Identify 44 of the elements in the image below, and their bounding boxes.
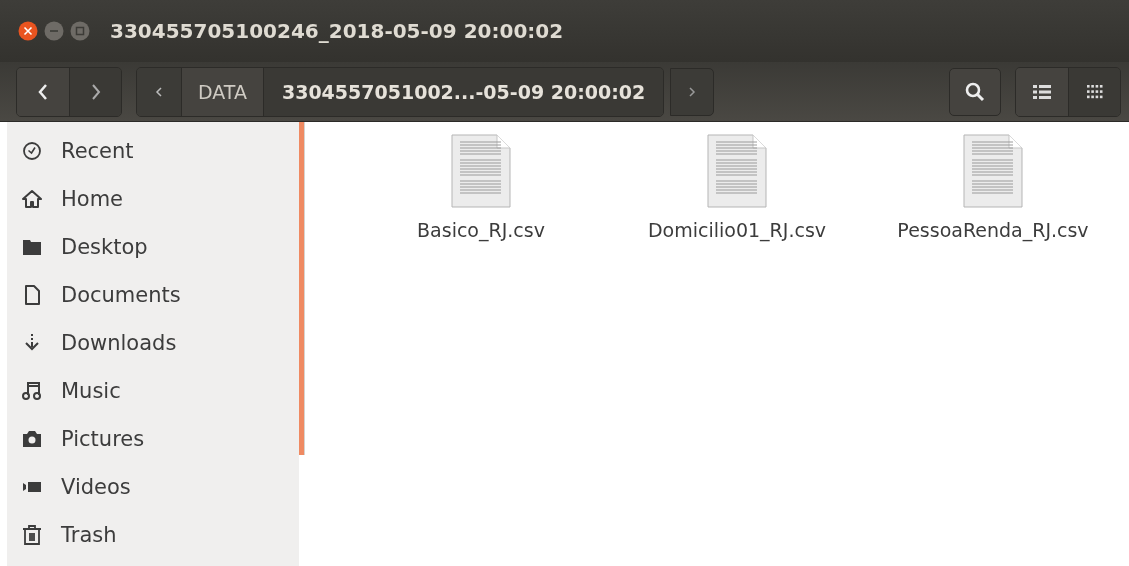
- sidebar-item[interactable]: Downloads: [7, 319, 299, 367]
- file-item[interactable]: Basico_RJ.csv: [366, 134, 596, 244]
- close-button[interactable]: [18, 21, 38, 41]
- list-view-button[interactable]: [1016, 67, 1068, 116]
- music-note-icon: [22, 381, 42, 401]
- document-icon: [22, 285, 42, 305]
- scrollbar[interactable]: [299, 122, 305, 455]
- sidebar-item[interactable]: Music: [7, 367, 299, 415]
- sidebar-item[interactable]: Home: [7, 175, 299, 223]
- file-item[interactable]: PessoaRenda_RJ.csv: [878, 134, 1108, 244]
- clock-icon: [22, 141, 42, 161]
- file-name: Domicilio01_RJ.csv: [646, 218, 828, 244]
- path-scroll-right-button[interactable]: [670, 67, 715, 116]
- forward-button[interactable]: [69, 67, 121, 116]
- sidebar-item[interactable]: Videos: [7, 463, 299, 511]
- sidebar-item[interactable]: Recent: [7, 127, 299, 175]
- download-icon: [22, 333, 42, 353]
- window-title: 330455705100246_2018-05-09 20:00:02: [110, 19, 564, 43]
- list-icon: [1033, 84, 1051, 99]
- folder-icon: [22, 237, 42, 257]
- trash-icon: [22, 525, 42, 545]
- sidebar-item[interactable]: Pictures: [7, 415, 299, 463]
- chevron-left-icon: [155, 85, 163, 98]
- maximize-button[interactable]: [70, 21, 90, 41]
- path-segment[interactable]: DATA: [181, 67, 263, 116]
- house-icon: [22, 189, 42, 209]
- file-name: PessoaRenda_RJ.csv: [896, 218, 1090, 244]
- sidebar-item[interactable]: Desktop: [7, 223, 299, 271]
- path-segment[interactable]: 3304557051002...-05-09 20:00:02: [262, 67, 664, 116]
- chevron-right-icon: [688, 85, 697, 98]
- text-file-icon: [963, 134, 1023, 208]
- text-file-icon: [707, 134, 767, 208]
- grid-icon: [1086, 84, 1103, 99]
- search-button[interactable]: [949, 67, 1001, 116]
- file-name: Basico_RJ.csv: [416, 218, 546, 244]
- sidebar-item[interactable]: Documents: [7, 271, 299, 319]
- file-item[interactable]: Domicilio01_RJ.csv: [622, 134, 852, 244]
- camera-icon: [22, 429, 42, 449]
- minimize-button[interactable]: [44, 21, 64, 41]
- grid-view-button[interactable]: [1068, 67, 1120, 116]
- back-button[interactable]: [17, 67, 69, 116]
- search-icon: [964, 80, 986, 103]
- text-file-icon: [451, 134, 511, 208]
- sidebar-item[interactable]: Trash: [7, 511, 299, 559]
